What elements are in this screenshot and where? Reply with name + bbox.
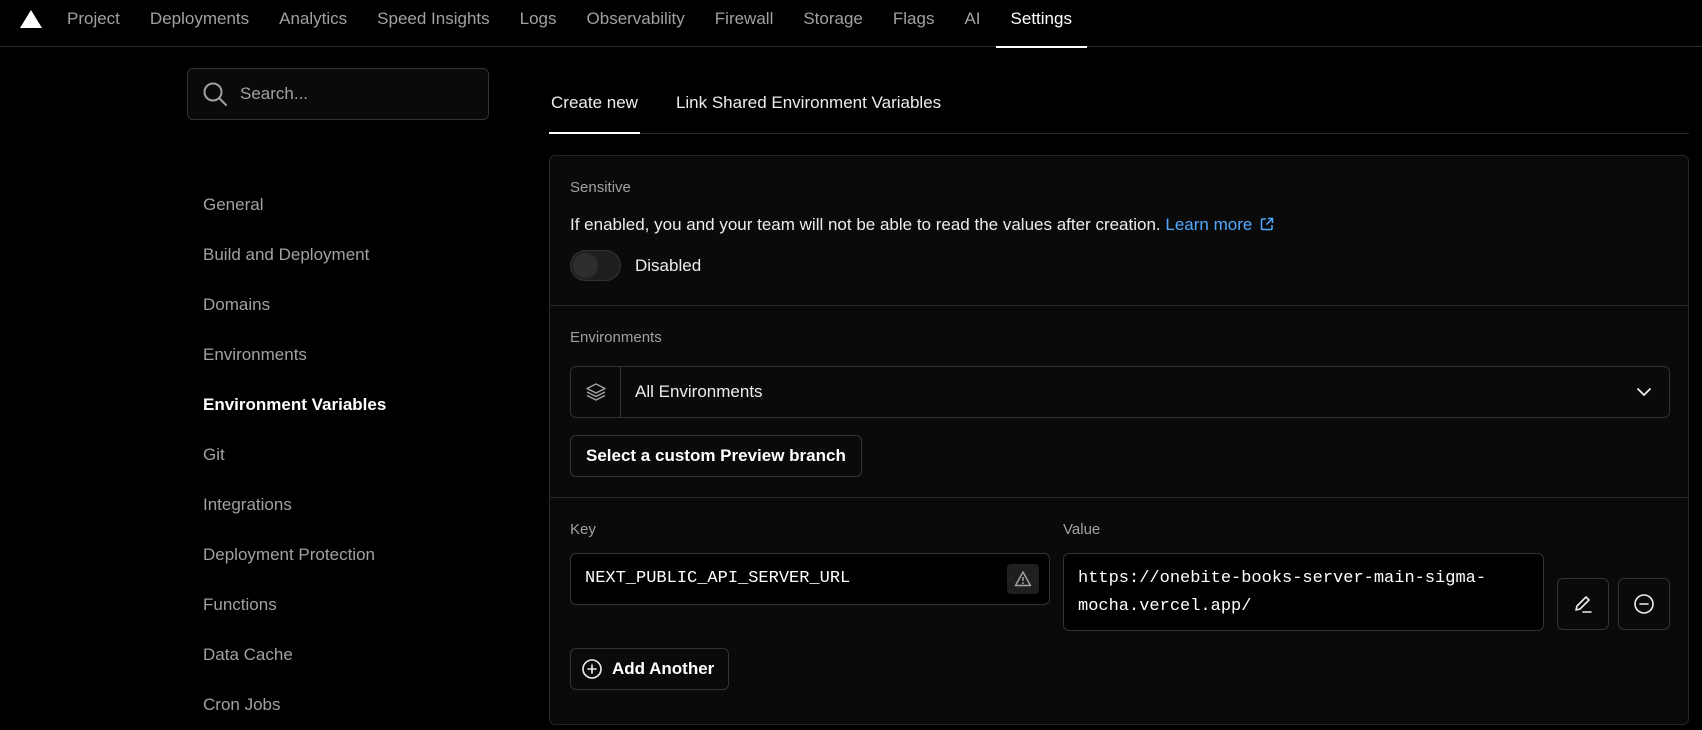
tab-firewall[interactable]: Firewall [700, 0, 789, 47]
sidebar-item-functions[interactable]: Functions [203, 580, 386, 630]
add-another-button[interactable]: Add Another [570, 648, 730, 690]
custom-preview-branch-button[interactable]: Select a custom Preview branch [570, 435, 862, 477]
warning-icon [1014, 571, 1032, 587]
tab-ai[interactable]: AI [949, 0, 995, 47]
tab-settings[interactable]: Settings [995, 0, 1088, 48]
sensitive-description-row: If enabled, you and your team will not b… [570, 215, 1274, 235]
settings-sidebar: General Build and Deployment Domains Env… [203, 180, 386, 730]
tab-project[interactable]: Project [52, 0, 135, 47]
sidebar-item-integrations[interactable]: Integrations [203, 480, 386, 530]
external-link-icon [1260, 217, 1274, 231]
sidebar-item-data-cache[interactable]: Data Cache [203, 630, 386, 680]
sensitive-toggle[interactable] [570, 250, 621, 281]
env-var-subtabs: Create new Link Shared Environment Varia… [549, 86, 1689, 134]
pencil-icon [1575, 596, 1592, 613]
top-navigation: Project Deployments Analytics Speed Insi… [0, 0, 1702, 48]
key-label: Key [570, 521, 596, 538]
tab-create-new[interactable]: Create new [549, 86, 640, 134]
toggle-knob [573, 253, 598, 278]
remove-button[interactable] [1618, 578, 1670, 630]
chevron-down-icon [1637, 388, 1651, 396]
tab-flags[interactable]: Flags [878, 0, 950, 47]
sidebar-item-deployment-protection[interactable]: Deployment Protection [203, 530, 386, 580]
environments-icon-box [571, 367, 621, 417]
value-line-1: https://onebite-books-server-main-sigma- [1078, 569, 1487, 588]
warning-badge[interactable] [1007, 564, 1039, 594]
tab-link-shared-env-vars[interactable]: Link Shared Environment Variables [674, 86, 943, 133]
sidebar-item-domains[interactable]: Domains [203, 280, 386, 330]
tab-storage[interactable]: Storage [788, 0, 878, 47]
tab-logs[interactable]: Logs [505, 0, 572, 47]
environments-section: Environments All Environments Select a c… [550, 306, 1688, 498]
sidebar-item-environment-variables[interactable]: Environment Variables [203, 380, 386, 430]
value-line-2: mocha.vercel.app/ [1078, 597, 1252, 616]
sidebar-item-git[interactable]: Git [203, 430, 386, 480]
tab-speed-insights[interactable]: Speed Insights [362, 0, 504, 47]
search-input[interactable] [240, 84, 460, 104]
sensitive-label: Sensitive [570, 179, 631, 196]
sensitive-section: Sensitive If enabled, you and your team … [550, 156, 1688, 306]
top-tabs: Project Deployments Analytics Speed Insi… [52, 0, 1088, 48]
learn-more-link[interactable]: Learn more [1165, 215, 1274, 234]
key-value-section: Key Value NEXT_PUBLIC_API_SERVER_URL htt… [550, 498, 1688, 726]
value-label: Value [1063, 521, 1101, 538]
environments-select[interactable]: All Environments [570, 366, 1670, 418]
edit-button[interactable] [1557, 578, 1609, 630]
environments-label: Environments [570, 329, 662, 346]
tab-deployments[interactable]: Deployments [135, 0, 264, 47]
key-input[interactable]: NEXT_PUBLIC_API_SERVER_URL [570, 553, 1050, 605]
sidebar-item-environments[interactable]: Environments [203, 330, 386, 380]
sidebar-item-cron-jobs[interactable]: Cron Jobs [203, 680, 386, 730]
minus-circle-icon [1634, 594, 1654, 614]
vercel-logo-icon[interactable] [20, 10, 42, 28]
settings-search[interactable] [187, 68, 489, 120]
toggle-state-label: Disabled [635, 256, 702, 275]
tab-observability[interactable]: Observability [572, 0, 700, 47]
environments-selected: All Environments [635, 382, 763, 401]
create-env-var-card: Sensitive If enabled, you and your team … [549, 155, 1689, 725]
add-another-label: Add Another [612, 659, 715, 678]
search-icon [203, 82, 227, 106]
sidebar-item-general[interactable]: General [203, 180, 386, 230]
sensitive-description: If enabled, you and your team will not b… [570, 215, 1161, 234]
tab-analytics[interactable]: Analytics [264, 0, 362, 47]
sidebar-item-build-and-deployment[interactable]: Build and Deployment [203, 230, 386, 280]
value-input[interactable]: https://onebite-books-server-main-sigma-… [1063, 553, 1544, 631]
key-value-text: NEXT_PUBLIC_API_SERVER_URL [585, 569, 851, 588]
learn-more-label: Learn more [1165, 215, 1253, 234]
layers-icon [585, 383, 606, 401]
plus-circle-icon [582, 659, 602, 679]
